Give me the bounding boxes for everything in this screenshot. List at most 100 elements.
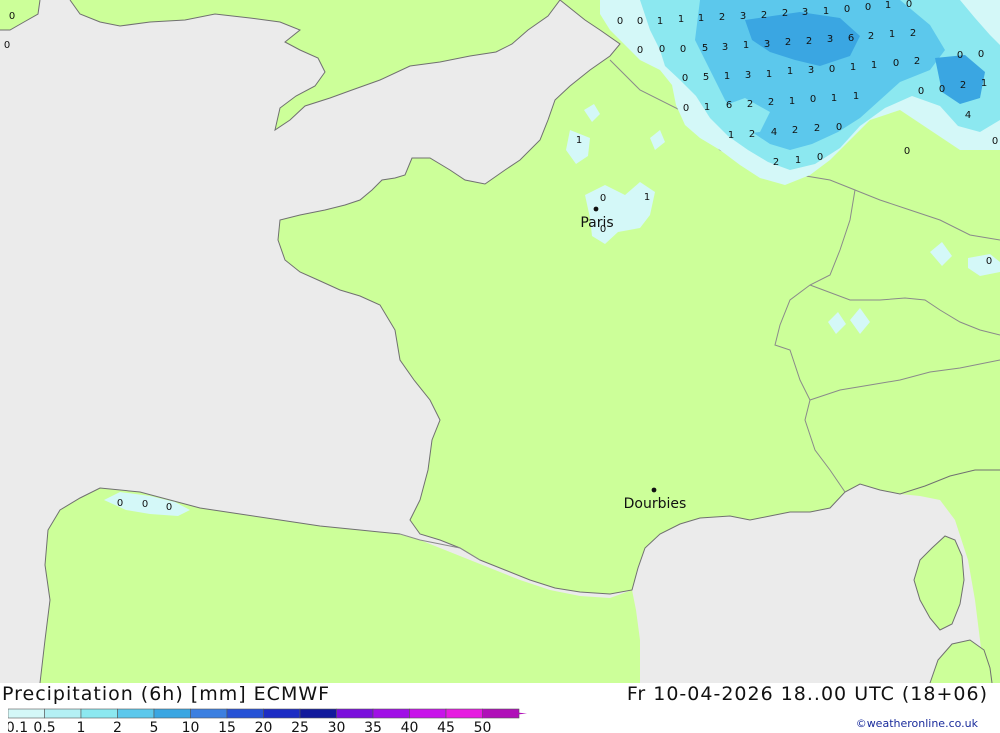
map-title: Precipitation (6h) [mm] ECMWF (2, 683, 331, 705)
precip-value-label: 0 (957, 50, 963, 61)
legend-tick-label: 25 (291, 720, 309, 733)
precip-value-label: 2 (910, 28, 916, 39)
precip-value-label: 1 (871, 60, 877, 71)
precip-value-label: 1 (698, 13, 704, 24)
precip-value-label: 1 (889, 29, 895, 40)
precip-value-label: 2 (773, 157, 779, 168)
precip-value-label: 0 (680, 44, 686, 55)
precip-value-label: 0 (682, 73, 688, 84)
precip-value-label: 4 (771, 127, 777, 138)
precip-value-label: 3 (722, 42, 728, 53)
legend-tick-label: 40 (401, 720, 419, 733)
precip-value-label: 1 (789, 96, 795, 107)
precip-value-label: 2 (960, 80, 966, 91)
precip-value-label: 0 (9, 11, 15, 22)
color-scale-legend: 0.1 0.5 1 2 5 10 15 20 25 30 35 40 45 50 (8, 708, 527, 733)
legend-swatch (336, 708, 374, 719)
legend-tick-label: 0.1 (8, 720, 28, 733)
precip-value-label: 1 (766, 69, 772, 80)
legend-tick-label: 50 (474, 720, 492, 733)
precip-value-label: 1 (850, 62, 856, 73)
precip-value-label: 0 (986, 256, 992, 267)
precip-value-label: 3 (745, 70, 751, 81)
legend-tick-label: 30 (328, 720, 346, 733)
precip-value-label: 0 (893, 58, 899, 69)
precip-value-label: 1 (831, 93, 837, 104)
legend-swatch (190, 708, 228, 719)
legend-swatch (117, 708, 155, 719)
precipitation-map: 0 0 0 0 1 1 1 2 3 2 2 3 1 0 0 1 0 0 0 0 5 3 1 3 2 2 3 6 2 1 2 0 0 0 5 1 3 1 1 3… (0, 0, 1000, 683)
precip-value-label: 0 (600, 193, 606, 204)
precip-value-label: 0 (659, 44, 665, 55)
precip-value-label: 5 (703, 72, 709, 83)
legend-tick-label: 35 (364, 720, 382, 733)
precip-value-label: 0 (939, 84, 945, 95)
precip-value-label: 0 (166, 502, 172, 513)
legend-swatch (372, 708, 410, 719)
legend-swatch (226, 708, 264, 719)
precip-value-label: 2 (792, 125, 798, 136)
precip-value-label: 0 (904, 146, 910, 157)
precip-value-label: 1 (644, 192, 650, 203)
precip-value-label: 3 (808, 65, 814, 76)
precip-value-label: 5 (702, 43, 708, 54)
precip-value-label: 1 (728, 130, 734, 141)
precip-value-label: 1 (823, 6, 829, 17)
dourbies-marker (651, 487, 657, 493)
legend-swatch (263, 708, 301, 719)
legend-tick-label: 10 (182, 720, 200, 733)
precip-value-label: 2 (747, 99, 753, 110)
precip-value-label: 2 (806, 36, 812, 47)
legend-tick-label: 45 (437, 720, 455, 733)
precip-value-label: 1 (657, 16, 663, 27)
precip-value-label: 1 (787, 66, 793, 77)
precip-value-label: 0 (637, 16, 643, 27)
precip-value-label: 1 (704, 102, 710, 113)
precip-value-label: 0 (992, 136, 998, 147)
precip-value-label: 2 (719, 12, 725, 23)
precip-value-label: 0 (683, 103, 689, 114)
precip-value-label: 3 (740, 11, 746, 22)
precip-value-label: 6 (848, 33, 854, 44)
precip-value-label: 0 (637, 45, 643, 56)
precip-value-label: 1 (743, 40, 749, 51)
precip-value-label: 2 (768, 97, 774, 108)
precip-value-label: 0 (810, 94, 816, 105)
precip-value-label: 2 (749, 129, 755, 140)
precip-value-label: 0 (829, 64, 835, 75)
precip-value-label: 0 (918, 86, 924, 97)
credit-link[interactable]: ©weatheronline.co.uk (856, 717, 978, 730)
precip-value-label: 3 (764, 39, 770, 50)
precip-value-label: 4 (965, 110, 971, 121)
legend-swatches (8, 708, 527, 719)
precip-value-label: 1 (885, 0, 891, 11)
precip-value-label: 0 (844, 4, 850, 15)
precip-value-label: 3 (802, 7, 808, 18)
legend-swatch (80, 708, 118, 719)
precip-value-label: 0 (836, 122, 842, 133)
map-footer: Precipitation (6h) [mm] ECMWF Fr 10-04-2… (0, 683, 1000, 733)
precip-value-label: 1 (795, 155, 801, 166)
paris-label: Paris (580, 215, 613, 231)
precip-value-label: 2 (814, 123, 820, 134)
legend-tick-label: 15 (218, 720, 236, 733)
legend-tick-label: 0.5 (33, 720, 55, 733)
legend-tick-label: 5 (150, 720, 159, 733)
paris-marker (593, 206, 599, 212)
precip-value-label: 2 (914, 56, 920, 67)
precip-value-label: 0 (117, 498, 123, 509)
legend-swatch (409, 708, 447, 719)
precip-value-label: 1 (576, 135, 582, 146)
legend-tick-label: 20 (255, 720, 273, 733)
precip-value-label: 0 (817, 152, 823, 163)
precip-value-label: 2 (782, 8, 788, 19)
precip-value-label: 6 (726, 100, 732, 111)
precip-value-label: 2 (785, 37, 791, 48)
legend-tick-label: 2 (113, 720, 122, 733)
legend-swatch (8, 708, 45, 719)
precip-value-label: 0 (906, 0, 912, 10)
precip-value-label: 3 (827, 34, 833, 45)
forecast-datetime: Fr 10-04-2026 18..00 UTC (18+06) (626, 683, 988, 705)
legend-swatch (445, 708, 483, 719)
legend-tick-label: 1 (77, 720, 86, 733)
